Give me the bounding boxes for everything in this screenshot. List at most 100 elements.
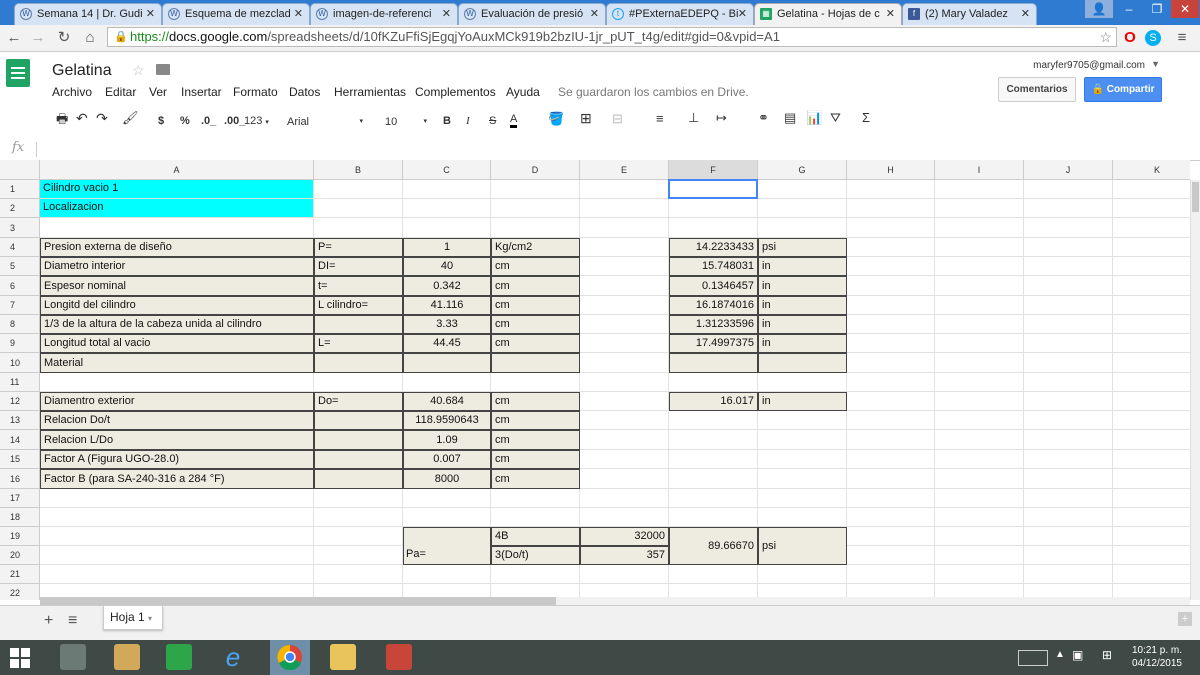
cell-a13[interactable]: Relacion Do/t xyxy=(40,411,314,430)
start-button[interactable] xyxy=(0,640,40,675)
grid-cell[interactable] xyxy=(1113,489,1190,508)
grid-cell[interactable] xyxy=(40,373,314,392)
sheets-logo-icon[interactable] xyxy=(6,59,30,87)
cell-c10[interactable] xyxy=(403,353,491,373)
internet-explorer-icon[interactable]: e xyxy=(220,644,246,670)
grid-cell[interactable] xyxy=(935,315,1024,334)
row-header[interactable]: 18 xyxy=(0,508,40,527)
grid-cell[interactable] xyxy=(1113,411,1190,430)
grid-cell[interactable] xyxy=(758,508,847,527)
grid-cell[interactable] xyxy=(580,373,669,392)
undo-icon[interactable]: ↶ xyxy=(76,111,88,125)
grid-cell[interactable] xyxy=(491,489,580,508)
vertical-align-icon[interactable]: ⊥ xyxy=(688,111,699,125)
browser-tab-3[interactable]: W imagen-de-referenci ✕ xyxy=(310,3,458,25)
column-header-a[interactable]: A xyxy=(40,160,314,180)
grid-cell[interactable] xyxy=(758,199,847,218)
cell-b12[interactable]: Do= xyxy=(314,392,403,411)
cell-a9[interactable]: Longitud total al vacio xyxy=(40,334,314,353)
scanner-icon[interactable] xyxy=(60,644,86,670)
add-sheet-button[interactable]: + xyxy=(44,612,53,630)
cell-b8[interactable] xyxy=(314,315,403,334)
filter-icon[interactable]: ⛛ xyxy=(830,111,841,125)
menu-complementos[interactable]: Complementos xyxy=(415,85,496,99)
menu-insertar[interactable]: Insertar xyxy=(181,85,222,99)
percent-format-button[interactable]: % xyxy=(180,114,190,128)
grid-cell[interactable] xyxy=(580,392,669,411)
grid-cell[interactable] xyxy=(847,373,935,392)
row-header[interactable]: 13 xyxy=(0,411,40,430)
insert-comment-icon[interactable]: ▤ xyxy=(784,111,796,125)
cell-c7[interactable]: 41.116 xyxy=(403,296,491,315)
grid-cell[interactable] xyxy=(1113,450,1190,469)
cell-f7[interactable]: 16.1874016 xyxy=(669,296,758,315)
grid-cell[interactable] xyxy=(847,508,935,527)
grid-cell[interactable] xyxy=(314,373,403,392)
cell-a14[interactable]: Relacion L/Do xyxy=(40,430,314,450)
column-header-k[interactable]: K xyxy=(1113,160,1190,180)
cell-b6[interactable]: t= xyxy=(314,276,403,296)
grid-cell[interactable] xyxy=(40,527,314,546)
grid-cell[interactable] xyxy=(935,527,1024,546)
cell-f8[interactable]: 1.31233596 xyxy=(669,315,758,334)
grid-cell[interactable] xyxy=(847,411,935,430)
cell-b9[interactable]: L= xyxy=(314,334,403,353)
column-header-d[interactable]: D xyxy=(491,160,580,180)
text-wrap-icon[interactable]: ↦ xyxy=(716,111,727,125)
cell-a5[interactable]: Diametro interior xyxy=(40,257,314,276)
grid-cell[interactable] xyxy=(1024,199,1113,218)
grid-cell[interactable] xyxy=(580,508,669,527)
grid-cell[interactable] xyxy=(847,430,935,450)
grid-cell[interactable] xyxy=(314,218,403,238)
row-header[interactable]: 15 xyxy=(0,450,40,469)
cell-a8[interactable]: 1/3 de la altura de la cabeza unida al c… xyxy=(40,315,314,334)
grid-cell[interactable] xyxy=(1024,257,1113,276)
grid-cell[interactable] xyxy=(935,469,1024,489)
row-header[interactable]: 11 xyxy=(0,373,40,392)
grid-cell[interactable] xyxy=(1113,430,1190,450)
home-icon[interactable]: ⌂ xyxy=(80,28,100,48)
grid-cell[interactable] xyxy=(1024,411,1113,430)
grid-cell[interactable] xyxy=(935,199,1024,218)
borders-icon[interactable]: ⊞ xyxy=(580,111,592,125)
grid-cell[interactable] xyxy=(1024,373,1113,392)
grid-cell[interactable] xyxy=(491,180,580,199)
cell-d19[interactable]: 4B xyxy=(491,527,580,546)
row-header[interactable]: 5 xyxy=(0,257,40,276)
grid-cell[interactable] xyxy=(1113,199,1190,218)
cell-d12[interactable]: cm xyxy=(491,392,580,411)
grid-cell[interactable] xyxy=(580,565,669,584)
grid-cell[interactable] xyxy=(935,296,1024,315)
column-header-j[interactable]: J xyxy=(1024,160,1113,180)
grid-cell[interactable] xyxy=(758,373,847,392)
opera-extension-icon[interactable]: O xyxy=(1120,28,1140,48)
cell-a15[interactable]: Factor A (Figura UGO-28.0) xyxy=(40,450,314,469)
grid-cell[interactable] xyxy=(314,565,403,584)
grid-cell[interactable] xyxy=(1024,508,1113,527)
cell-c14[interactable]: 1.09 xyxy=(403,430,491,450)
close-tab-icon[interactable]: ✕ xyxy=(442,4,451,24)
grid-cell[interactable] xyxy=(1024,276,1113,296)
grid-cell[interactable] xyxy=(580,450,669,469)
grid-cell[interactable] xyxy=(935,276,1024,296)
cell-d9[interactable]: cm xyxy=(491,334,580,353)
skype-extension-icon[interactable]: S xyxy=(1145,30,1161,46)
row-header[interactable]: 3 xyxy=(0,218,40,238)
cell-b16[interactable] xyxy=(314,469,403,489)
save-status[interactable]: Se guardaron los cambios en Drive. xyxy=(558,85,749,99)
cell-b10[interactable] xyxy=(314,353,403,373)
grid-cell[interactable] xyxy=(935,450,1024,469)
insert-chart-icon[interactable]: 📊 xyxy=(806,111,822,125)
grid-cell[interactable] xyxy=(1113,315,1190,334)
grid-cell[interactable] xyxy=(935,411,1024,430)
grid-cell[interactable] xyxy=(403,180,491,199)
row-header[interactable]: 19 xyxy=(0,527,40,546)
close-tab-icon[interactable]: ✕ xyxy=(294,4,303,24)
paint-icon[interactable] xyxy=(114,644,140,670)
grid-cell[interactable] xyxy=(1024,315,1113,334)
more-formats-button[interactable]: 123 ▾ xyxy=(244,114,269,130)
browser-tab-2[interactable]: W Esquema de mezclad ✕ xyxy=(162,3,310,25)
decrease-decimal-button[interactable]: .0_ xyxy=(201,114,216,128)
grid-cell[interactable] xyxy=(847,276,935,296)
cell-d20[interactable]: 3(Do/t) xyxy=(491,546,580,565)
